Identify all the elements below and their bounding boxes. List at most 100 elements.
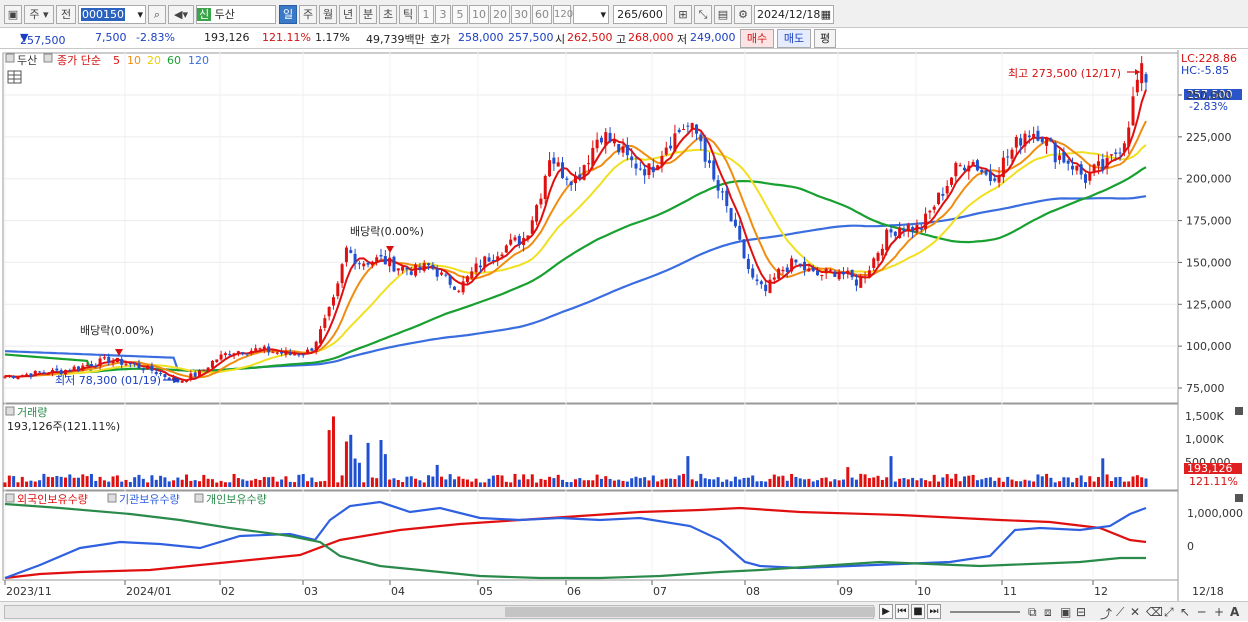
volume-bar[interactable] [457, 476, 461, 487]
volume-bar[interactable] [262, 476, 266, 487]
volume-bar[interactable] [491, 475, 495, 487]
volume-bar[interactable] [565, 482, 569, 487]
volume-bar[interactable] [219, 480, 223, 487]
volume-bar[interactable] [55, 475, 59, 487]
volume-bar[interactable] [448, 474, 452, 487]
sell-button[interactable]: 매도 [777, 29, 811, 48]
volume-bar[interactable] [401, 482, 405, 487]
volume-bar[interactable] [431, 476, 435, 487]
volume-bar[interactable] [820, 477, 824, 487]
volume-bar[interactable] [500, 475, 504, 487]
volume-bar[interactable] [1079, 475, 1083, 487]
volume-bar[interactable] [241, 479, 245, 487]
candle[interactable] [146, 364, 150, 370]
volume-bar[interactable] [1006, 476, 1010, 487]
volume-bar[interactable] [876, 475, 880, 487]
buy-button[interactable]: 매수 [740, 29, 774, 48]
volume-bar[interactable] [880, 479, 884, 487]
stock-code-input[interactable]: 000150 ▾ [78, 5, 146, 24]
volume-bar[interactable] [837, 480, 841, 487]
market-select[interactable]: 주 ▾ [24, 5, 54, 24]
volume-bar[interactable] [76, 477, 80, 487]
volume-bar[interactable] [107, 481, 111, 487]
volume-bar[interactable] [638, 478, 642, 487]
layout-b-icon[interactable]: ⧈ [1044, 605, 1052, 620]
volume-bar[interactable] [1001, 481, 1005, 487]
volume-bar[interactable] [452, 479, 456, 487]
speaker-icon[interactable]: ◀▾ [168, 5, 194, 24]
volume-bar[interactable] [124, 479, 128, 487]
volume-bar[interactable] [25, 481, 29, 487]
volume-bar[interactable] [1014, 481, 1018, 487]
volume-bar[interactable] [561, 479, 565, 487]
volume-bar[interactable] [392, 478, 396, 487]
volume-bar[interactable] [418, 480, 422, 487]
volume-bar[interactable] [816, 480, 820, 487]
volume-bar[interactable] [176, 477, 180, 487]
volume-bar[interactable] [1127, 481, 1131, 487]
count-box[interactable]: 265/600 [613, 5, 667, 24]
volume-bar[interactable] [120, 481, 124, 487]
holdings-menu-icon[interactable] [5, 493, 15, 503]
volume-bar[interactable] [137, 474, 141, 487]
volume-bar[interactable] [293, 482, 297, 487]
volume-bar[interactable] [133, 477, 137, 487]
volume-bar[interactable] [1096, 477, 1100, 487]
volume-bar[interactable] [889, 456, 893, 487]
volume-bar[interactable] [193, 480, 197, 487]
volume-bar[interactable] [72, 477, 76, 487]
volume-bar[interactable] [1053, 482, 1057, 487]
volume-bar[interactable] [228, 482, 232, 487]
volume-bar[interactable] [625, 481, 629, 487]
volume-bar[interactable] [29, 480, 33, 487]
volume-bar[interactable] [828, 481, 832, 487]
cross-icon[interactable]: ✕ [1130, 605, 1140, 619]
layout-c-icon[interactable]: ▣ [1060, 605, 1071, 619]
volume-bar[interactable] [1032, 481, 1036, 487]
interval-20[interactable]: 20 [490, 5, 510, 24]
save-icon[interactable]: ▤ [714, 5, 732, 24]
volume-bar[interactable] [954, 473, 958, 487]
volume-bar[interactable] [12, 476, 16, 487]
volume-bar[interactable] [937, 481, 941, 487]
volume-bar[interactable] [306, 481, 310, 487]
pointer-icon[interactable]: ↖ [1180, 605, 1190, 619]
volume-bar[interactable] [794, 476, 798, 487]
volume-bar[interactable] [967, 475, 971, 487]
indiv-menu-icon[interactable] [194, 493, 204, 503]
volume-bar[interactable] [1023, 479, 1027, 487]
volume-bar[interactable] [656, 481, 660, 487]
volume-bar[interactable] [258, 479, 262, 487]
volume-bar[interactable] [898, 478, 902, 487]
volume-bar[interactable] [764, 481, 768, 487]
volume-bar[interactable] [971, 474, 975, 487]
volume-bar[interactable] [267, 477, 271, 487]
volume-bar[interactable] [863, 474, 867, 487]
volume-bar[interactable] [98, 476, 102, 487]
zoom-slider[interactable] [950, 611, 1020, 613]
zoom-out-icon[interactable]: ⤢ [1164, 605, 1174, 620]
volume-bar[interactable] [716, 477, 720, 487]
period-daily[interactable]: 일 [279, 5, 297, 24]
volume-bar[interactable] [504, 481, 508, 487]
volume-bar[interactable] [556, 474, 560, 487]
volume-bar[interactable] [146, 482, 150, 487]
volume-bar[interactable] [517, 479, 521, 487]
volume-bar[interactable] [958, 481, 962, 487]
volume-bar[interactable] [621, 480, 625, 487]
volume-bar[interactable] [975, 480, 979, 487]
candle[interactable] [392, 255, 396, 273]
volume-bar[interactable] [902, 477, 906, 487]
volume-bar[interactable] [1045, 473, 1049, 487]
volume-bar[interactable] [172, 480, 176, 487]
volume-bar[interactable] [660, 479, 664, 487]
volume-menu-icon[interactable] [5, 406, 15, 416]
volume-bar[interactable] [362, 482, 366, 487]
volume-bar[interactable] [210, 479, 214, 487]
volume-bar[interactable] [846, 467, 850, 487]
volume-bar[interactable] [46, 476, 50, 487]
volume-bar[interactable] [405, 476, 409, 487]
volume-bar[interactable] [980, 479, 984, 487]
volume-bar[interactable] [370, 477, 374, 487]
volume-bar[interactable] [906, 479, 910, 487]
